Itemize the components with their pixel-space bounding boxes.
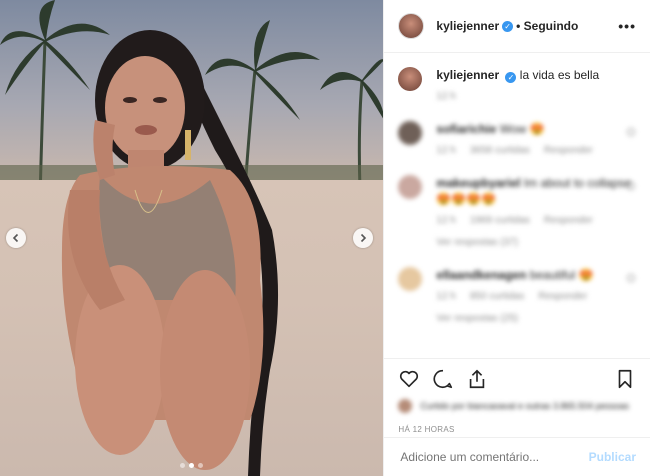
comment-input[interactable]	[398, 449, 589, 465]
comments-list: kyliejenner ✓ la vida es bella 12 h sofi…	[384, 53, 650, 358]
view-replies-link[interactable]: Ver respostas (37)	[436, 235, 518, 251]
liker-avatar	[398, 399, 413, 413]
reply-button[interactable]: Responder	[538, 289, 587, 305]
post-timestamp: HÁ 12 HORAS	[398, 425, 455, 434]
more-options-icon[interactable]: •••	[618, 18, 636, 34]
reply-button[interactable]: Responder	[544, 143, 593, 159]
comment-likes[interactable]: 3658 curtidas	[470, 143, 530, 159]
reply-button[interactable]: Responder	[544, 213, 593, 229]
comment-likes[interactable]: 850 curtidas	[470, 289, 524, 305]
comment-time: 12 h	[436, 215, 456, 226]
comment-time: 12 h	[436, 145, 456, 156]
post-actions: Curtido por biancaoaval e outras 3.865.5…	[384, 358, 650, 437]
comment-author[interactable]: makeupbyariel	[436, 176, 520, 190]
carousel-dot	[198, 463, 204, 468]
comment-text: Wow 😍	[499, 122, 545, 136]
add-comment-bar: Publicar	[384, 437, 650, 476]
comment-bubble-icon[interactable]	[432, 368, 454, 390]
follow-status[interactable]: • Seguindo	[516, 19, 578, 33]
comment-time: 12 h	[436, 291, 456, 302]
instagram-post: kyliejenner ✓ • Seguindo ••• kyliejenner…	[0, 0, 650, 476]
comment-author[interactable]: sofiarichie	[436, 122, 496, 136]
carousel-dot-active	[189, 463, 195, 468]
carousel-dot	[180, 463, 186, 468]
caption-text: la vida es bella	[519, 68, 600, 82]
bookmark-icon[interactable]	[614, 368, 636, 390]
like-heart-icon[interactable]	[398, 368, 420, 390]
comment-item: sofiarichie Wow 😍 12 h 3658 curtidas Res…	[398, 121, 636, 159]
comment-text: beautiful 😍	[529, 268, 594, 282]
comment-author[interactable]: ellaandkenagen	[436, 268, 526, 282]
chevron-right-icon	[361, 233, 367, 243]
liked-by[interactable]: Curtido por biancaoaval e outras 3.865.5…	[398, 399, 636, 413]
post-header: kyliejenner ✓ • Seguindo •••	[384, 0, 650, 53]
heart-icon[interactable]	[626, 181, 636, 191]
caption: kyliejenner ✓ la vida es bella 12 h	[398, 67, 636, 105]
view-replies-link[interactable]: Ver respostas (25)	[436, 311, 518, 327]
carousel-indicator	[0, 463, 383, 468]
caption-author[interactable]: kyliejenner	[436, 68, 499, 82]
person-figure	[61, 30, 279, 476]
comment-item: makeupbyariel Im about to collapse 😍😍😍😍 …	[398, 175, 636, 251]
share-icon[interactable]	[466, 368, 488, 390]
caption-avatar[interactable]	[398, 67, 423, 91]
comment-item: ellaandkenagen beautiful 😍 12 h 850 curt…	[398, 267, 636, 327]
liked-by-text: Curtido por biancaoaval e outras 3.865.5…	[420, 400, 630, 411]
chevron-left-icon	[12, 233, 19, 243]
heart-icon[interactable]	[626, 273, 636, 283]
caption-time: 12 h	[436, 91, 456, 102]
author-avatar[interactable]	[398, 13, 425, 39]
heart-icon[interactable]	[626, 127, 636, 137]
previous-slide-button[interactable]	[6, 228, 26, 248]
publish-button[interactable]: Publicar	[589, 450, 636, 464]
author-username[interactable]: kyliejenner	[436, 19, 499, 33]
post-sidebar: kyliejenner ✓ • Seguindo ••• kyliejenner…	[383, 0, 650, 476]
verified-badge-icon: ✓	[502, 20, 514, 32]
comment-avatar[interactable]	[398, 121, 423, 145]
post-photo[interactable]	[0, 0, 384, 476]
verified-badge-icon: ✓	[505, 72, 517, 83]
comment-likes[interactable]: 1969 curtidas	[470, 213, 530, 229]
comment-avatar[interactable]	[398, 175, 423, 199]
comment-avatar[interactable]	[398, 267, 423, 291]
